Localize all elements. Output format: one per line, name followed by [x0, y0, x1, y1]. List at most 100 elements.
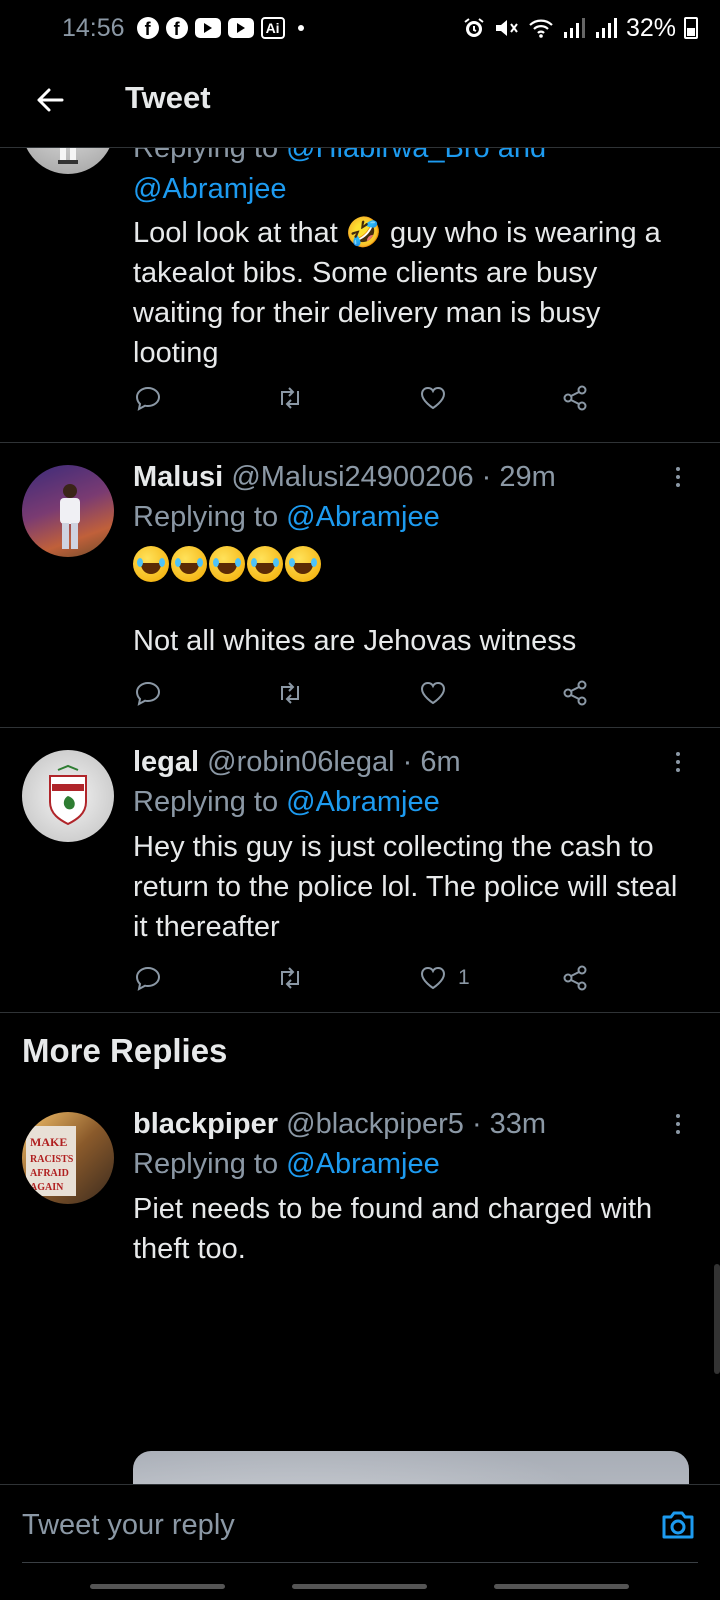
tweet-item[interactable]: MAKE RACISTS AFRAID AGAIN blackpiper @bl…	[0, 1090, 720, 1484]
more-options-button[interactable]	[666, 747, 690, 777]
tweet-sep: ·	[394, 746, 421, 778]
avatar[interactable]: MAKE RACISTS AFRAID AGAIN	[22, 1112, 114, 1204]
avatar[interactable]	[22, 750, 114, 842]
person-photo-icon	[60, 484, 80, 549]
heart-icon	[420, 386, 446, 410]
share-icon	[563, 385, 587, 411]
retweet-button[interactable]	[275, 958, 305, 998]
alarm-icon	[464, 18, 484, 37]
like-button[interactable]: 1	[418, 958, 470, 998]
tweet-thread[interactable]: Replying to @Hlabirwa_Bro and @Abramjee …	[0, 148, 720, 1484]
system-icons: 32%	[462, 14, 698, 43]
tears-of-joy-emoji	[209, 546, 245, 583]
protest-sign-icon: MAKE RACISTS AFRAID AGAIN	[26, 1126, 76, 1196]
reply-input[interactable]	[22, 1505, 622, 1545]
retweet-icon	[281, 682, 299, 704]
svg-text:RACISTS: RACISTS	[30, 1154, 74, 1165]
share-button[interactable]	[560, 673, 590, 713]
heart-icon	[420, 681, 446, 705]
more-options-button[interactable]	[666, 462, 690, 492]
replying-to-label: Replying to	[133, 786, 287, 818]
tweet-item[interactable]: legal @robin06legal · 6m Replying to @Ab…	[0, 728, 720, 1013]
mention-link[interactable]: @Abramjee	[133, 173, 287, 205]
camera-icon	[662, 1511, 694, 1539]
tweet-text: Hey this guy is just collecting the cash…	[133, 831, 678, 943]
tweet-item[interactable]: Malusi @Malusi24900206 · 29m Replying to…	[0, 443, 720, 728]
system-back-button[interactable]	[494, 1584, 629, 1589]
mute-icon	[495, 20, 518, 36]
home-button[interactable]	[292, 1584, 427, 1589]
tweet-item[interactable]: Replying to @Hlabirwa_Bro and @Abramjee …	[0, 148, 720, 443]
youtube-icon	[227, 18, 254, 38]
tears-of-joy-emoji	[171, 546, 207, 583]
emoji-row	[133, 540, 690, 584]
ai-app-icon: Ai	[260, 17, 285, 39]
reply-button[interactable]	[133, 378, 163, 418]
replying-to: Replying to @Hlabirwa_Bro and @Abramjee	[133, 148, 690, 210]
replying-to-label: Replying to	[133, 501, 287, 533]
camera-button[interactable]	[658, 1505, 698, 1545]
status-time: 14:56	[62, 13, 125, 42]
tweet-text: Piet needs to be found and charged with …	[133, 1193, 653, 1265]
avatar[interactable]	[22, 148, 114, 174]
mention-link[interactable]: @Abramjee	[286, 501, 440, 533]
tweet-media-image[interactable]	[133, 1451, 689, 1484]
user-handle[interactable]: @robin06legal	[207, 746, 394, 778]
tweet-text: Lool look at that 🤣 guy who is wearing a…	[133, 213, 690, 373]
tweet-header: Malusi @Malusi24900206 · 29m	[133, 457, 690, 497]
page-title: Tweet	[125, 80, 211, 115]
tweet-actions: 1	[133, 958, 603, 998]
like-button[interactable]	[418, 378, 448, 418]
reply-button[interactable]	[133, 958, 163, 998]
facebook-icon: f	[136, 17, 159, 39]
svg-text:AGAIN: AGAIN	[30, 1182, 64, 1193]
tweet-sep: ·	[463, 1108, 490, 1140]
tweet-time: 29m	[499, 461, 556, 493]
tweet-time: 6m	[420, 746, 461, 778]
like-button[interactable]	[418, 673, 448, 713]
signal-icon	[563, 18, 585, 38]
replying-to: Replying to @Abramjee	[133, 782, 690, 823]
reply-icon	[135, 966, 161, 991]
svg-text:MAKE: MAKE	[30, 1135, 67, 1149]
heart-icon	[420, 966, 446, 990]
retweet-button[interactable]	[275, 673, 305, 713]
top-app-bar: Tweet	[0, 56, 720, 148]
recent-apps-button[interactable]	[90, 1584, 225, 1589]
retweet-button[interactable]	[275, 378, 305, 418]
back-button[interactable]	[30, 80, 70, 120]
youtube-icon	[194, 18, 221, 38]
avatar[interactable]	[22, 465, 114, 557]
more-replies-heading: More Replies	[22, 1032, 228, 1069]
replying-to: Replying to @Abramjee	[133, 497, 690, 538]
replying-to-label: Replying to	[133, 148, 287, 164]
scrollbar[interactable]	[714, 1264, 720, 1374]
rofl-emoji: 🤣	[345, 217, 382, 249]
mention-link[interactable]: @Abramjee	[286, 1148, 440, 1180]
system-navigation-bar	[0, 1566, 720, 1600]
more-options-button[interactable]	[666, 1109, 690, 1139]
reply-button[interactable]	[133, 673, 163, 713]
tears-of-joy-emoji	[133, 546, 169, 583]
person-silhouette-icon	[58, 148, 78, 164]
user-handle[interactable]: @Malusi24900206	[231, 461, 473, 493]
svg-text:AFRAID: AFRAID	[30, 1168, 69, 1179]
reply-composer	[0, 1484, 720, 1564]
signal-icon-2	[595, 18, 617, 38]
more-notifications-icon	[297, 25, 304, 31]
facebook-icon: f	[165, 17, 188, 39]
user-name[interactable]: blackpiper	[133, 1108, 278, 1140]
replying-to: Replying to @Abramjee	[133, 1144, 690, 1185]
tweet-actions	[133, 378, 603, 418]
share-button[interactable]	[560, 958, 590, 998]
user-name[interactable]: legal	[133, 746, 199, 778]
mention-link[interactable]: @Hlabirwa_Bro and	[286, 148, 546, 164]
mention-link[interactable]: @Abramjee	[286, 786, 440, 818]
user-handle[interactable]: @blackpiper5	[286, 1108, 464, 1140]
share-button[interactable]	[560, 378, 590, 418]
retweet-icon	[281, 387, 299, 409]
replying-to-label: Replying to	[133, 1148, 287, 1180]
user-name[interactable]: Malusi	[133, 461, 223, 493]
tweet-header: legal @robin06legal · 6m	[133, 742, 690, 782]
tears-of-joy-emoji	[285, 546, 321, 583]
